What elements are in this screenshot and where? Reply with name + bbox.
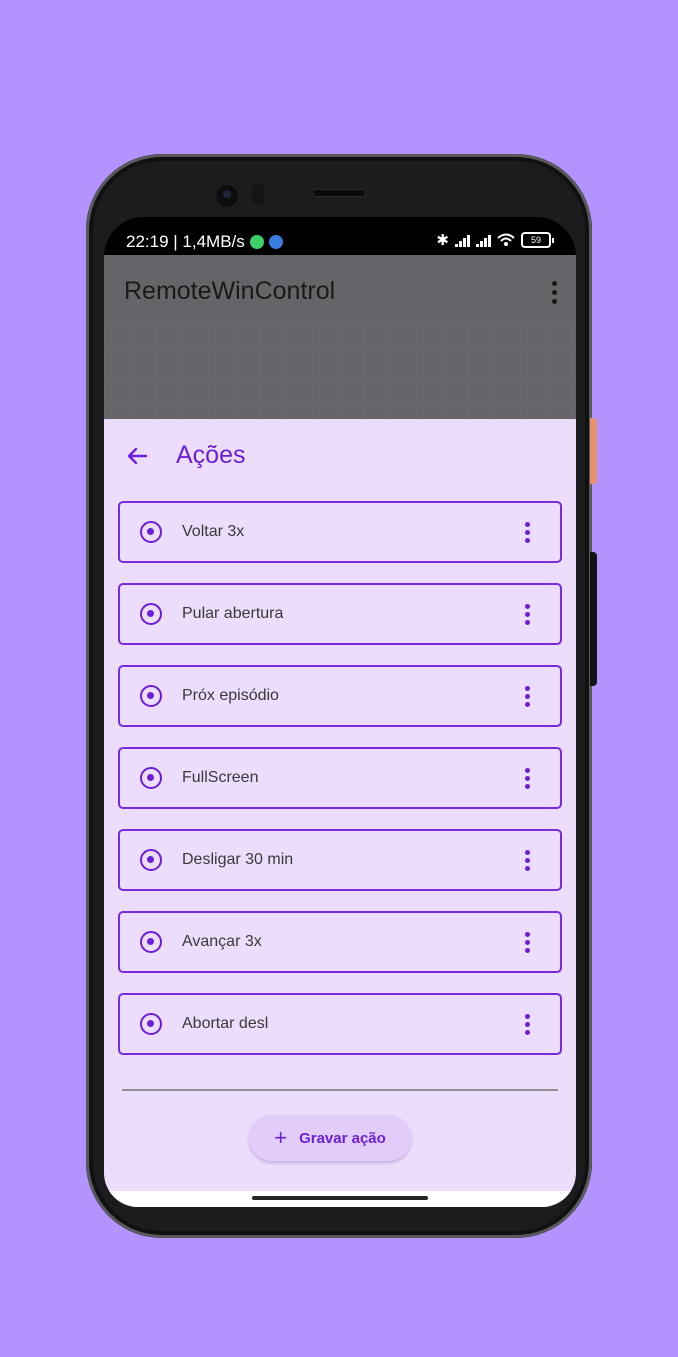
item-menu-icon[interactable]: [525, 522, 530, 543]
earpiece-speaker: [312, 189, 366, 197]
item-menu-icon[interactable]: [525, 768, 530, 789]
signal-2-icon: [476, 233, 491, 247]
camera-lens: [223, 190, 231, 198]
radio-icon[interactable]: [140, 1013, 162, 1035]
radio-icon[interactable]: [140, 521, 162, 543]
app-bar: RemoteWinControl: [104, 255, 576, 419]
item-menu-icon[interactable]: [525, 932, 530, 953]
list-item[interactable]: Pular abertura: [118, 583, 562, 645]
action-label: Próx episódio: [182, 687, 279, 704]
divider: [122, 1089, 558, 1091]
actions-list: Voltar 3x Pular abertura Próx episódio F…: [118, 501, 562, 1075]
battery-icon: 59: [521, 232, 554, 248]
action-label: Desligar 30 min: [182, 851, 294, 868]
radio-icon[interactable]: [140, 849, 162, 871]
item-menu-icon[interactable]: [525, 850, 530, 871]
action-label: Voltar 3x: [182, 523, 245, 540]
item-menu-icon[interactable]: [525, 1014, 530, 1035]
record-action-label: Gravar ação: [299, 1129, 386, 1147]
list-item[interactable]: FullScreen: [118, 747, 562, 809]
battery-tip: [552, 237, 554, 243]
actions-sheet: Ações Voltar 3x Pular abertura Próx epis…: [104, 419, 576, 1207]
action-label: Pular abertura: [182, 605, 284, 622]
sheet-header: Ações: [126, 441, 245, 470]
wifi-icon: [497, 233, 515, 246]
home-indicator[interactable]: [252, 1196, 428, 1200]
action-label: Avançar 3x: [182, 933, 262, 950]
radio-icon[interactable]: [140, 685, 162, 707]
status-right: ✱ 59: [436, 231, 554, 249]
notification-blue-icon: [268, 235, 283, 249]
volume-button: [590, 552, 597, 686]
app-title: RemoteWinControl: [124, 277, 336, 305]
back-arrow-icon[interactable]: [126, 445, 148, 467]
radio-icon[interactable]: [140, 767, 162, 789]
list-item[interactable]: Próx episódio: [118, 665, 562, 727]
proximity-sensor: [252, 183, 264, 205]
notification-green-icon: [249, 235, 264, 249]
signal-1-icon: [455, 233, 470, 247]
app-bar-header: RemoteWinControl: [104, 255, 576, 325]
list-item[interactable]: Desligar 30 min: [118, 829, 562, 891]
status-time: 22:19 | 1,4MB/s: [126, 232, 245, 251]
screen: 22:19 | 1,4MB/s ✱ 59 RemoteWinControl Aç…: [104, 217, 576, 1207]
power-button: [590, 418, 597, 484]
status-bar: 22:19 | 1,4MB/s ✱ 59: [104, 217, 576, 255]
radio-icon[interactable]: [140, 603, 162, 625]
sheet-title: Ações: [176, 441, 246, 469]
action-label: Abortar desl: [182, 1015, 269, 1032]
status-left: 22:19 | 1,4MB/s: [126, 232, 283, 252]
plus-icon: +: [274, 1125, 288, 1150]
item-menu-icon[interactable]: [525, 604, 530, 625]
item-menu-icon[interactable]: [525, 686, 530, 707]
more-options-icon[interactable]: [552, 281, 558, 304]
list-item[interactable]: Voltar 3x: [118, 501, 562, 563]
battery-level: 59: [521, 232, 551, 248]
bluetooth-icon: ✱: [436, 232, 449, 249]
list-item[interactable]: Avançar 3x: [118, 911, 562, 973]
record-action-button[interactable]: + Gravar ação: [249, 1115, 411, 1161]
list-item[interactable]: Abortar desl: [118, 993, 562, 1055]
action-label: FullScreen: [182, 769, 259, 786]
radio-icon[interactable]: [140, 931, 162, 953]
